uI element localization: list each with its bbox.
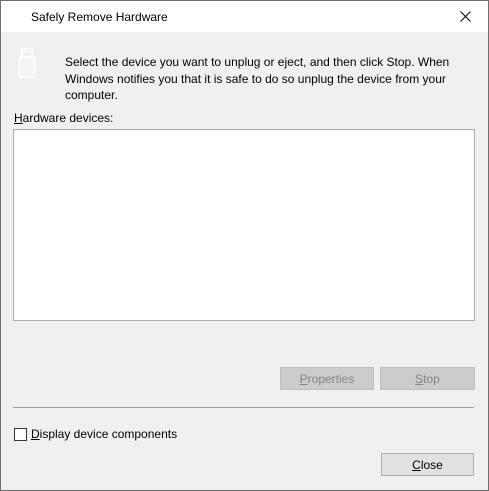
properties-button-accelerator: P: [299, 371, 308, 386]
title-bar[interactable]: Safely Remove Hardware: [1, 1, 488, 32]
close-icon: [459, 11, 471, 22]
stop-button-label: top: [423, 371, 440, 386]
window-title: Safely Remove Hardware: [31, 10, 168, 24]
usb-drive-icon: [18, 48, 36, 78]
close-button-accelerator: C: [412, 457, 421, 472]
properties-button[interactable]: Properties: [280, 367, 374, 390]
close-window-button[interactable]: [442, 1, 488, 32]
display-device-components-checkbox[interactable]: [14, 427, 27, 441]
header-area: Select the device you want to unplug or …: [1, 32, 488, 105]
hardware-devices-label-text: ardware devices:: [22, 111, 114, 125]
properties-button-label: roperties: [307, 371, 355, 386]
separator: [13, 407, 474, 408]
stop-button[interactable]: Stop: [380, 367, 475, 390]
hardware-devices-list[interactable]: [13, 129, 475, 321]
close-button-label: lose: [420, 457, 443, 472]
safely-remove-hardware-dialog: Safely Remove Hardware Select the device…: [0, 0, 489, 491]
close-button[interactable]: Close: [381, 453, 474, 476]
stop-button-accelerator: S: [415, 371, 424, 386]
display-device-components-text: isplay device components: [39, 427, 178, 441]
display-device-components-option[interactable]: Display device components: [14, 427, 177, 441]
instructions-text: Select the device you want to unplug or …: [65, 55, 450, 102]
hardware-devices-label: Hardware devices:: [14, 111, 113, 125]
display-device-components-label: Display device components: [31, 427, 177, 441]
hardware-devices-label-accelerator: H: [14, 111, 23, 125]
display-device-components-accelerator: D: [31, 427, 40, 441]
